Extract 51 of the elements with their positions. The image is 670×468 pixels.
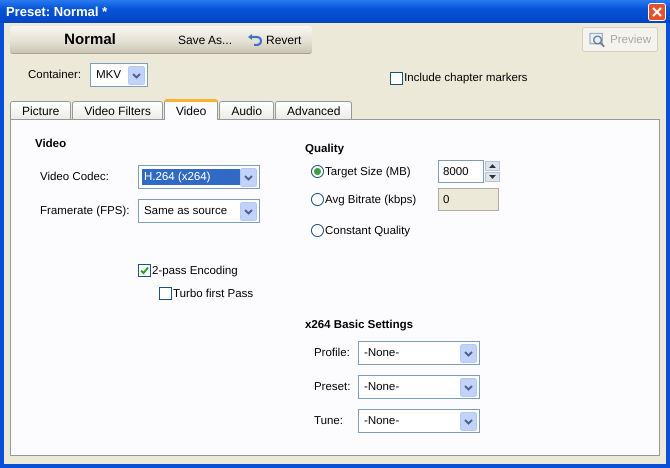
section-heading: x264 Basic Settings: [305, 319, 414, 331]
field-label: Tune:: [314, 415, 344, 427]
radio-label: Constant Quality: [325, 224, 410, 236]
container-label: Container:: [28, 69, 82, 81]
checkbox[interactable]: [159, 287, 172, 300]
field-label: Framerate (FPS):: [40, 205, 130, 217]
preset-name: Normal: [63, 31, 117, 48]
number-field[interactable]: 8000: [438, 160, 484, 183]
close-button[interactable]: [648, 2, 666, 20]
tab[interactable]: Advanced: [275, 101, 352, 119]
tab[interactable]: Audio: [219, 101, 274, 119]
toolbar-button[interactable]: Save As...: [170, 32, 240, 46]
section-heading: Quality: [305, 143, 345, 155]
checkbox[interactable]: [138, 264, 151, 277]
radio-button[interactable]: [311, 193, 324, 206]
checkbox-label: 2-pass Encoding: [152, 264, 238, 276]
dropdown[interactable]: Same as source: [138, 199, 260, 223]
dropdown[interactable]: -None-: [358, 409, 480, 433]
radio-button[interactable]: [311, 165, 324, 178]
dropdown[interactable]: MKV: [90, 63, 148, 87]
field-label: Profile:: [314, 347, 351, 359]
undo-icon: [248, 34, 262, 46]
window-title: Preset: Normal *: [6, 4, 108, 19]
spin-up-button[interactable]: [485, 161, 500, 171]
tab[interactable]: Video Filters: [72, 101, 163, 119]
checkbox-label: Include chapter markers: [404, 72, 528, 84]
revert-button[interactable]: Revert: [240, 32, 310, 46]
field-label: Preset:: [314, 381, 352, 393]
dropdown-value: H.264 (x264): [142, 169, 240, 185]
dropdown-value: -None-: [363, 346, 400, 361]
dropdown[interactable]: -None-: [358, 375, 480, 399]
magnifier-icon: [589, 32, 606, 48]
down-triangle-icon: [489, 175, 496, 179]
dropdown[interactable]: -None-: [358, 341, 480, 365]
dropdown-value: -None-: [363, 414, 400, 429]
dropdown-value: Same as source: [143, 204, 228, 219]
tab[interactable]: Video: [164, 99, 218, 120]
dropdown-value: -None-: [363, 380, 400, 395]
radio-label: Target Size (MB): [325, 166, 411, 178]
radio-button[interactable]: [311, 224, 324, 237]
up-triangle-icon: [489, 164, 496, 168]
tab[interactable]: Picture: [10, 101, 72, 119]
checkbox-label: Turbo first Pass: [173, 288, 254, 300]
field-label: Video Codec:: [40, 171, 110, 183]
section-heading: Video: [35, 138, 68, 150]
dropdown-value: MKV: [95, 68, 122, 83]
close-icon: [652, 6, 662, 16]
radio-label: Avg Bitrate (kbps): [325, 194, 416, 206]
dropdown[interactable]: H.264 (x264): [138, 165, 260, 189]
checkbox[interactable]: [390, 72, 404, 84]
spin-down-button[interactable]: [485, 172, 500, 182]
